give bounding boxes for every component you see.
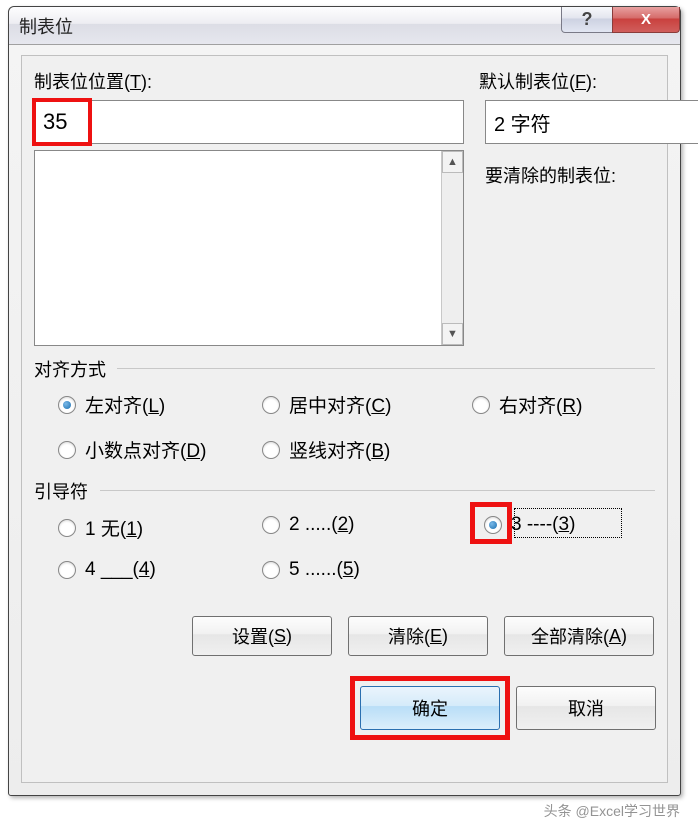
clear-button[interactable]: 清除(E)	[348, 616, 488, 656]
leader-group-line	[100, 490, 655, 491]
alignment-group-label: 对齐方式	[34, 356, 106, 382]
help-icon: ?	[582, 9, 593, 30]
leader-5-label: 5 ......(5)	[289, 559, 360, 581]
alignment-group-line	[117, 368, 655, 369]
align-center-option[interactable]: 居中对齐(C)	[262, 391, 391, 418]
radio-icon	[472, 396, 490, 414]
cancel-button-label: 取消	[568, 695, 604, 721]
ok-button[interactable]: 确定	[360, 686, 500, 730]
close-button[interactable]: X	[612, 7, 680, 33]
clear-all-button[interactable]: 全部清除(A)	[504, 616, 654, 656]
radio-icon	[262, 396, 280, 414]
align-decimal-label: 小数点对齐(D)	[85, 436, 206, 463]
scroll-up-button[interactable]: ▲	[442, 151, 463, 173]
leader-1-label: 1 无(1)	[85, 514, 143, 541]
default-tab-input[interactable]	[485, 100, 698, 144]
set-button[interactable]: 设置(S)	[192, 616, 332, 656]
align-right-option[interactable]: 右对齐(R)	[472, 391, 582, 418]
align-bar-label: 竖线对齐(B)	[289, 436, 390, 463]
title-bar: 制表位 ? X	[9, 7, 680, 45]
dialog-client-area: 制表位位置(T): ▲ ▼ 默认制表位(F): ▲ ▼ 要清除的制表位: 对齐方…	[21, 55, 668, 783]
align-center-label: 居中对齐(C)	[289, 391, 391, 418]
radio-icon	[262, 441, 280, 459]
radio-icon	[262, 516, 280, 534]
radio-icon	[262, 561, 280, 579]
leader-2-label: 2 .....(2)	[289, 514, 354, 536]
watermark-text: 头条 @Excel学习世界	[538, 800, 686, 822]
leader-1-option[interactable]: 1 无(1)	[58, 514, 143, 541]
window-controls: ? X	[562, 7, 680, 35]
radio-icon	[58, 396, 76, 414]
align-left-option[interactable]: 左对齐(L)	[58, 391, 165, 418]
help-button[interactable]: ?	[561, 7, 613, 33]
align-bar-option[interactable]: 竖线对齐(B)	[262, 436, 390, 463]
scroll-down-button[interactable]: ▼	[442, 323, 463, 345]
leader-2-option[interactable]: 2 .....(2)	[262, 514, 354, 536]
align-right-label: 右对齐(R)	[499, 391, 582, 418]
radio-icon	[58, 441, 76, 459]
listbox-scrollbar[interactable]: ▲ ▼	[441, 151, 463, 345]
leader-4-label: 4 ___(4)	[85, 559, 156, 581]
leader-4-option[interactable]: 4 ___(4)	[58, 559, 156, 581]
to-clear-label: 要清除的制表位:	[485, 162, 655, 188]
leader-5-option[interactable]: 5 ......(5)	[262, 559, 360, 581]
tabs-dialog-window: 制表位 ? X 制表位位置(T): ▲ ▼ 默认制表位(F): ▲ ▼	[8, 6, 681, 796]
tab-position-input[interactable]	[34, 100, 464, 144]
default-tab-spinner: ▲ ▼	[485, 100, 655, 144]
ok-button-label: 确定	[412, 695, 448, 721]
radio-icon	[484, 516, 502, 534]
cancel-button[interactable]: 取消	[516, 686, 656, 730]
align-decimal-option[interactable]: 小数点对齐(D)	[58, 436, 206, 463]
leader-3-option[interactable]: 3 ----(3)	[484, 514, 575, 536]
close-icon: X	[641, 11, 651, 28]
leader-3-label: 3 ----(3)	[511, 514, 575, 536]
tab-positions-listbox[interactable]: ▲ ▼	[34, 150, 464, 346]
window-title: 制表位	[19, 13, 73, 39]
listbox-content	[35, 151, 441, 345]
align-left-label: 左对齐(L)	[85, 391, 165, 418]
radio-icon	[58, 561, 76, 579]
leader-group-label: 引导符	[34, 478, 88, 504]
default-tab-label: 默认制表位(F):	[479, 68, 655, 94]
tab-position-label: 制表位位置(T):	[34, 68, 152, 94]
radio-icon	[58, 519, 76, 537]
